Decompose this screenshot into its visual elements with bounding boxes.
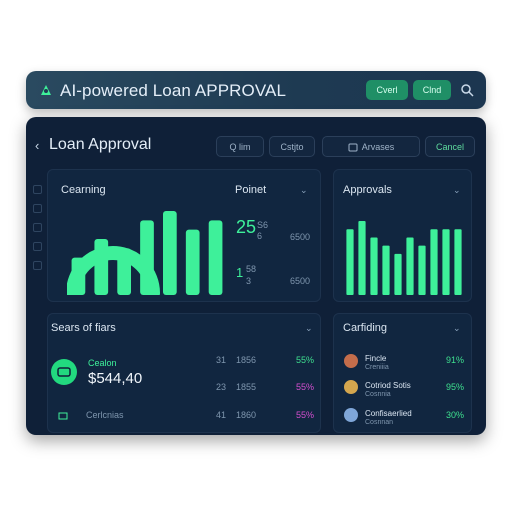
stat1-right: 6500 (290, 232, 311, 242)
sidebar-icon-2[interactable] (33, 204, 42, 213)
sales-title: Sears of fiars (51, 322, 116, 334)
main-panel: ‹ Loan Approval Q lim Cstjto Arvases Can… (26, 117, 486, 435)
chart-icon (58, 412, 68, 420)
approvals-card: Approvals ⌄ (333, 169, 472, 302)
avatar (344, 354, 358, 368)
funding-card: Carfiding ⌄ Fincle Creniiia 91% Cotriod … (333, 313, 472, 433)
approvals-chart (346, 221, 462, 295)
stat2-right: 6500 (290, 276, 311, 286)
bar-7 (208, 220, 223, 295)
row1-c: 55% (296, 355, 315, 365)
bar-10 (454, 229, 462, 295)
earnings-chart (67, 211, 223, 295)
avatar (344, 408, 358, 422)
row1-a: 31 (216, 355, 227, 365)
fund-row1-name: Fincle (365, 354, 387, 363)
tab-limit[interactable]: Q lim (216, 136, 264, 157)
stat1-label: S6 (257, 220, 269, 230)
header-button-2[interactable]: Clnd (413, 80, 451, 100)
tab-approvals[interactable]: Arvases (322, 136, 420, 157)
row2-a: 23 (216, 382, 227, 392)
funding-title: Carfiding (343, 322, 388, 334)
bar-2 (94, 239, 109, 295)
amount-label: Cealon (88, 358, 117, 368)
fund-row3-val: 30% (446, 410, 465, 420)
bar-5 (394, 253, 402, 295)
bar-6 (406, 237, 414, 295)
chevron-down-icon[interactable]: ⌄ (305, 323, 313, 334)
earnings-card: Cearning Poinet ⌄ 25 S6 6 6500 1 58 3 65… (47, 169, 321, 302)
chevron-down-icon[interactable]: ⌄ (300, 185, 308, 196)
tab-custom[interactable]: Cstjto (269, 136, 315, 157)
stat2-sub: 3 (246, 276, 252, 286)
stat2-value: 1 (236, 265, 244, 280)
row1-b: 1856 (236, 355, 257, 365)
earnings-subtitle: Poinet (235, 184, 267, 196)
leaf-logo-icon (41, 85, 51, 95)
row3-c: 55% (296, 410, 315, 420)
row2-b: 1855 (236, 382, 257, 392)
bar-1 (346, 229, 354, 295)
chevron-down-icon[interactable]: ⌄ (453, 323, 461, 334)
avatar (344, 380, 358, 394)
bar-6 (185, 229, 200, 295)
bar-5 (163, 211, 177, 295)
fund-row2-name: Cotriod Sotis (365, 381, 411, 390)
row2-c: 55% (296, 382, 315, 392)
calendar-icon (348, 143, 358, 151)
wallet-icon (51, 359, 77, 385)
tab-limit-label: Q lim (229, 141, 251, 152)
bar-8 (430, 229, 438, 295)
sidebar-icon-5[interactable] (33, 261, 42, 270)
sidebar-icon-3[interactable] (33, 223, 42, 232)
row3-b: 1860 (236, 410, 257, 420)
fund-row3-name: Confisaerlied (365, 409, 412, 418)
header-button-1[interactable]: Cverl (366, 80, 408, 100)
bar-3 (117, 248, 131, 295)
bar-3 (370, 237, 378, 295)
chevron-down-icon[interactable]: ⌄ (453, 185, 461, 196)
tab-approvals-label: Arvases (361, 141, 395, 152)
footer-label: Cerlcnias (86, 410, 124, 420)
bar-2 (358, 221, 366, 295)
sidebar-icon-1[interactable] (33, 185, 42, 194)
stat1-value: 25 (236, 217, 257, 237)
sidebar (33, 185, 45, 280)
bar-7 (418, 245, 426, 295)
tab-custom-label: Cstjto (280, 141, 304, 152)
bar-9 (442, 229, 450, 295)
amount-value: $544,40 (88, 370, 143, 387)
bar-1 (71, 257, 86, 295)
tab-cancel[interactable]: Cancel (425, 136, 475, 157)
fund-row1-val: 91% (446, 355, 465, 365)
tab-cancel-label: Cancel (435, 141, 464, 152)
app-header: AI-powered Loan APPROVAL Cverl Clnd (26, 71, 486, 109)
sales-card: Sears of fiars ⌄ Cealon $544,40 Cerlcnia… (47, 313, 321, 433)
fund-row2-val: 95% (446, 382, 465, 392)
fund-row3-sub: Cosnnan (365, 419, 394, 426)
back-button[interactable]: ‹ (35, 138, 39, 153)
stat2-label: 58 (246, 264, 257, 274)
fund-row1-sub: Creniiia (365, 364, 389, 371)
bar-4 (382, 245, 390, 295)
earnings-title: Cearning (61, 184, 106, 196)
fund-row2-sub: Cosnnia (365, 391, 391, 398)
page-title: Loan Approval (49, 136, 152, 153)
row3-a: 41 (216, 410, 227, 420)
search-icon[interactable] (460, 83, 474, 97)
stat1-sub: 6 (257, 231, 263, 241)
app-title: AI-powered Loan APPROVAL (60, 81, 287, 100)
approvals-title: Approvals (343, 184, 392, 196)
bar-4 (140, 220, 154, 295)
sidebar-icon-4[interactable] (33, 242, 42, 251)
